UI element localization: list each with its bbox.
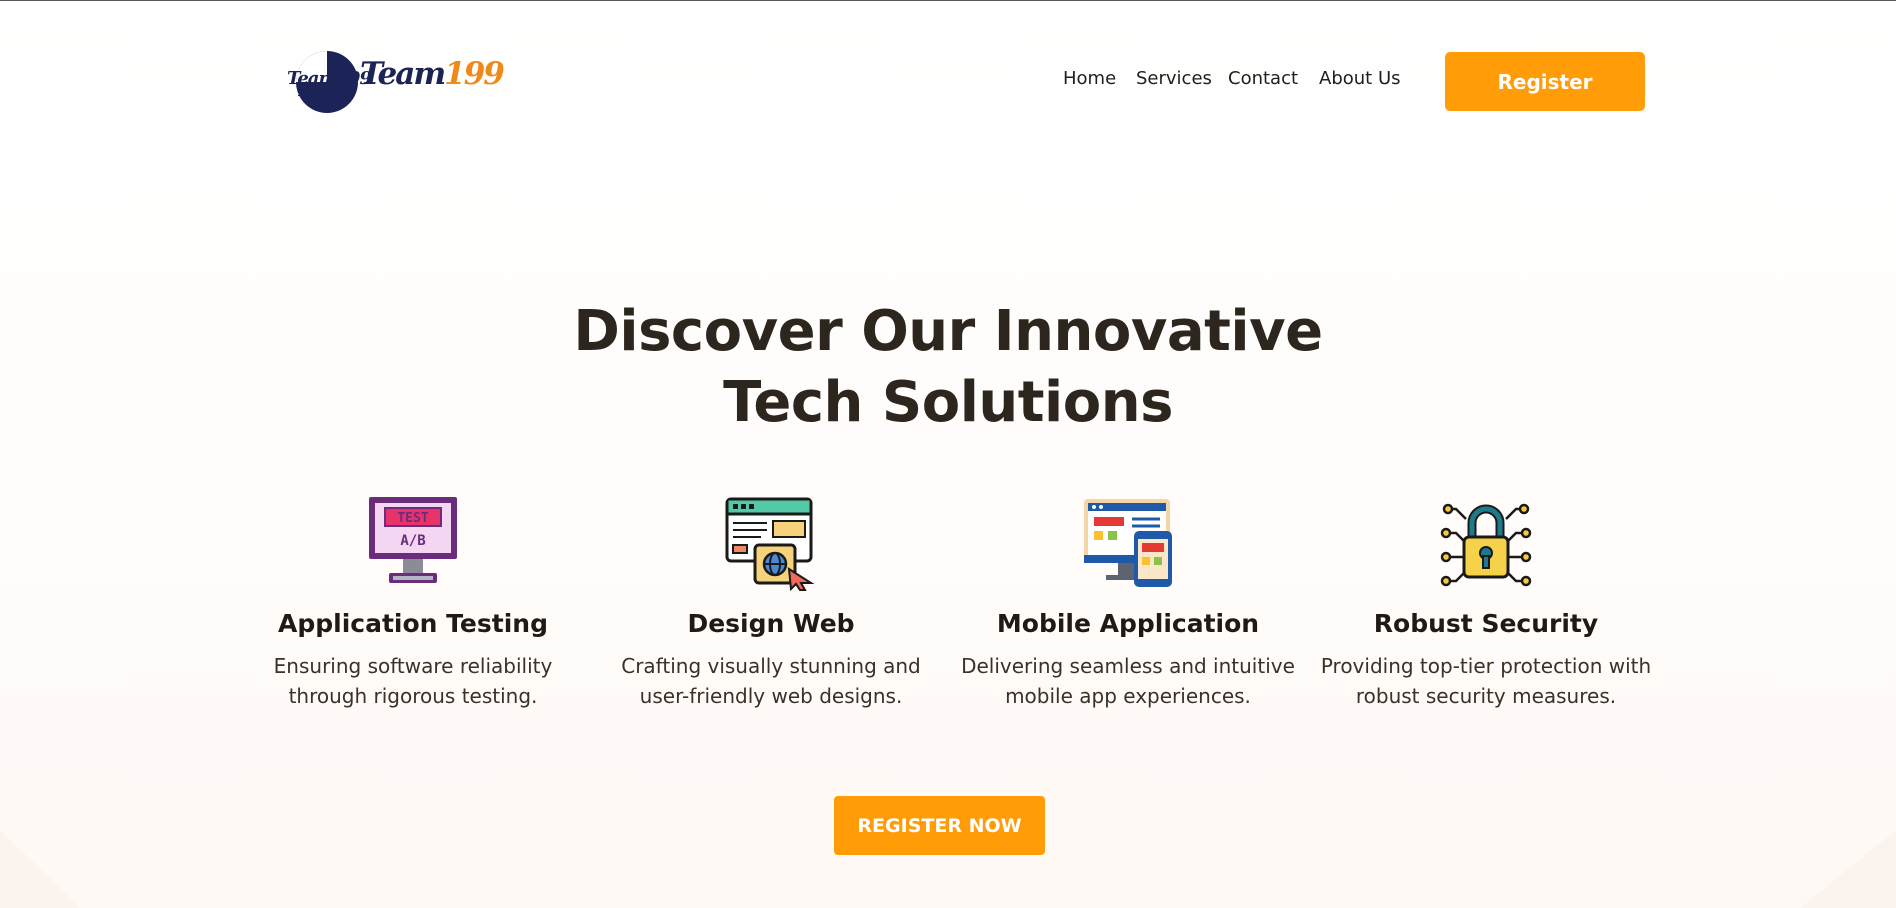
svg-text:A/B: A/B bbox=[400, 533, 425, 549]
hero-headline-line1: Discover Our Innovative bbox=[573, 299, 1323, 364]
nav-link-home[interactable]: Home bbox=[1063, 68, 1116, 89]
register-now-button[interactable]: REGISTER NOW bbox=[834, 796, 1045, 855]
web-design-icon bbox=[725, 497, 815, 591]
service-description: Crafting visually stunning and user-frie… bbox=[621, 654, 921, 708]
service-title: Robust Security bbox=[1373, 609, 1599, 638]
service-card-mobile-application: Mobile Application Delivering seamless a… bbox=[958, 495, 1298, 711]
nav-link-about-us[interactable]: About Us bbox=[1319, 68, 1401, 89]
ab-test-monitor-icon: TEST A/B bbox=[369, 497, 457, 583]
nav-link-services[interactable]: Services bbox=[1136, 68, 1212, 89]
padlock-network-icon bbox=[1440, 503, 1532, 587]
service-card-design-web: Design Web Crafting visually stunning an… bbox=[601, 495, 941, 711]
service-card-application-testing: TEST A/B Application Testing Ensuring so… bbox=[243, 495, 583, 711]
service-description: Providing top-tier protection with robus… bbox=[1320, 654, 1652, 708]
responsive-devices-icon bbox=[1084, 499, 1172, 587]
site-header: Team199 CASINO SITES Team199 Home Servic… bbox=[0, 0, 1896, 160]
service-title: Design Web bbox=[687, 609, 855, 638]
svg-text:TEST: TEST bbox=[397, 511, 428, 526]
service-description: Ensuring software reliability through ri… bbox=[273, 654, 553, 708]
service-description: Delivering seamless and intuitive mobile… bbox=[961, 654, 1295, 708]
register-button[interactable]: Register bbox=[1445, 52, 1645, 111]
hero-headline-line2: Tech Solutions bbox=[723, 370, 1173, 435]
logo-mini-text: Team199 bbox=[287, 68, 372, 89]
service-title: Application Testing bbox=[278, 609, 548, 638]
service-title: Mobile Application bbox=[996, 609, 1260, 638]
brand-logo[interactable]: Team199 CASINO SITES Team199 bbox=[286, 48, 505, 116]
logo-mini-subtext: CASINO SITES bbox=[298, 88, 339, 96]
logo-wordmark: Team199 bbox=[360, 56, 505, 92]
service-card-robust-security: Robust Security Providing top-tier prote… bbox=[1316, 495, 1656, 711]
nav-link-contact[interactable]: Contact bbox=[1228, 68, 1298, 89]
